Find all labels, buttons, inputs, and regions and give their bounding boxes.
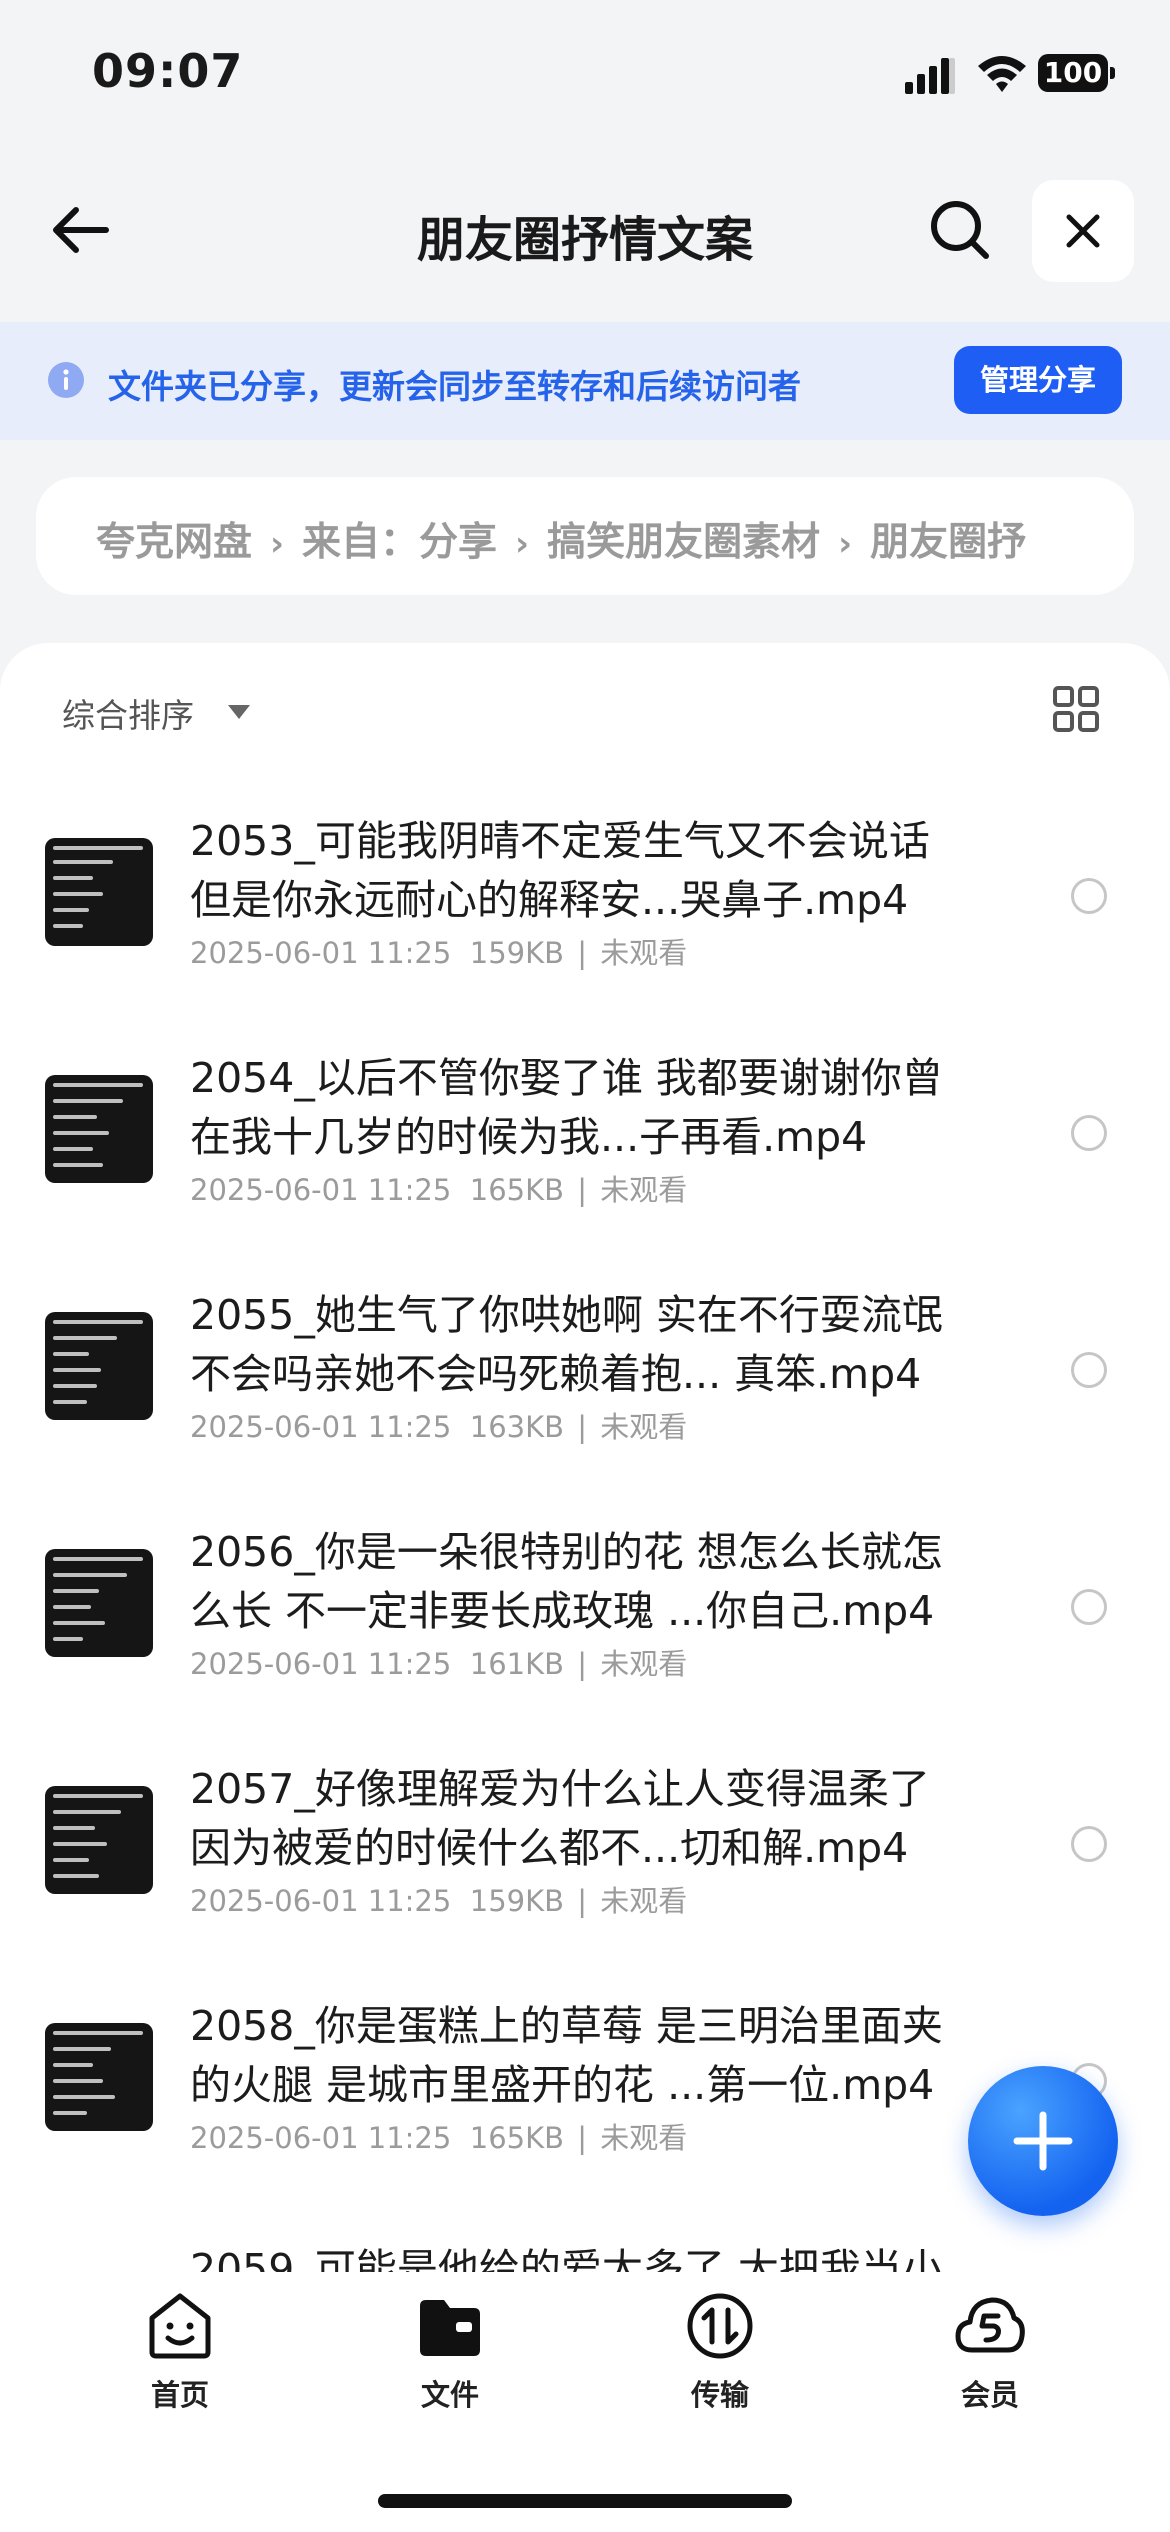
status-time: 09:07 [92, 44, 244, 98]
nav-header: 朋友圈抒情文案 [0, 170, 1170, 290]
wifi-icon [978, 56, 1026, 92]
breadcrumb-item-current[interactable]: 朋友圈抒 [870, 520, 1026, 565]
share-banner-text: 文件夹已分享，更新会同步至转存和后续访问者 [108, 367, 801, 406]
tab-transfer[interactable]: 传输 [620, 2290, 820, 2430]
file-meta: 2025-06-01 11:25 159KB | 未观看 [190, 1884, 688, 1918]
select-radio[interactable] [1071, 1352, 1107, 1388]
plus-icon [1013, 2111, 1073, 2171]
share-banner: 文件夹已分享，更新会同步至转存和后续访问者 管理分享 [0, 322, 1170, 440]
battery-level: 100 [1043, 56, 1103, 89]
breadcrumb-item-root[interactable]: 夸克网盘 [96, 520, 252, 565]
watch-status: 未观看 [600, 936, 688, 970]
watch-status: 未观看 [600, 1884, 688, 1918]
watch-status: 未观看 [600, 1647, 688, 1681]
file-date: 2025-06-01 11:25 [190, 2121, 452, 2155]
file-date: 2025-06-01 11:25 [190, 1647, 452, 1681]
file-size: 161KB [469, 1647, 565, 1681]
file-row[interactable]: 2057_好像理解爱为什么让人变得温柔了因为被爱的时候什么都不...切和解.mp… [0, 1738, 1170, 1975]
file-meta: 2025-06-01 11:25 163KB | 未观看 [190, 1410, 688, 1444]
file-size: 159KB [469, 1884, 565, 1918]
file-meta: 2025-06-01 11:25 159KB | 未观看 [190, 936, 688, 970]
tab-vip[interactable]: 会员 [890, 2290, 1090, 2430]
file-meta: 2025-06-01 11:25 161KB | 未观看 [190, 1647, 688, 1681]
select-radio[interactable] [1071, 1826, 1107, 1862]
video-thumbnail [45, 1312, 153, 1420]
bottom-tab-bar: 首页 文件 传输 会员 [0, 2272, 1170, 2532]
home-indicator [378, 2494, 792, 2508]
file-name-partial[interactable]: 2059_可能是他给的爱太多了 大把我当小 [190, 2235, 943, 2272]
file-size: 163KB [469, 1410, 565, 1444]
info-icon [48, 362, 84, 398]
chevron-right-icon: › [270, 524, 285, 564]
file-meta: 2025-06-01 11:25 165KB | 未观看 [190, 1173, 688, 1207]
file-date: 2025-06-01 11:25 [190, 1410, 452, 1444]
file-date: 2025-06-01 11:25 [190, 1884, 452, 1918]
video-thumbnail [45, 2023, 153, 2131]
video-thumbnail [45, 1786, 153, 1894]
tab-files[interactable]: 文件 [350, 2290, 550, 2430]
file-row[interactable]: 2054_以后不管你娶了谁 我都要谢谢你曾在我十几岁的时候为我...子再看.mp… [0, 1027, 1170, 1264]
video-thumbnail [45, 1549, 153, 1657]
file-list-panel: 综合排序 2053_可能我阴晴不定爱生气又不会说话但是你永远耐心的解释安...哭… [0, 643, 1170, 2272]
battery-icon: 100 [1038, 54, 1115, 92]
file-name: 2053_可能我阴晴不定爱生气又不会说话但是你永远耐心的解释安...哭鼻子.mp… [190, 817, 930, 924]
file-row[interactable]: 2055_她生气了你哄她啊 实在不行耍流氓不会吗亲她不会吗死赖着抱... 真笨.… [0, 1264, 1170, 1501]
tab-label: 传输 [690, 2378, 749, 2412]
close-button[interactable] [1032, 180, 1134, 282]
status-bar: 09:07 100 [0, 0, 1170, 150]
smile-icon [149, 2293, 211, 2359]
breadcrumb: 夸克网盘 › 来自：分享 › 搞笑朋友圈素材 › 朋友圈抒 [36, 477, 1134, 595]
file-date: 2025-06-01 11:25 [190, 936, 452, 970]
search-icon[interactable] [928, 198, 992, 262]
page: 09:07 100 朋友圈抒情文案 文件夹已分享，更新会同步至转存和后续访问者 … [0, 0, 1170, 2532]
select-radio[interactable] [1071, 1115, 1107, 1151]
file-size: 165KB [469, 2121, 565, 2155]
add-button[interactable] [968, 2066, 1118, 2216]
watch-status: 未观看 [600, 2121, 688, 2155]
video-thumbnail [45, 1075, 153, 1183]
close-icon [1066, 214, 1100, 248]
file-row[interactable]: 2056_你是一朵很特别的花 想怎么长就怎么长 不一定非要长成玫瑰 ...你自己… [0, 1501, 1170, 1738]
video-thumbnail [45, 838, 153, 946]
tab-home[interactable]: 首页 [80, 2290, 280, 2430]
breadcrumb-item-share[interactable]: 来自：分享 [302, 520, 497, 565]
grid-view-icon[interactable] [1052, 685, 1100, 733]
sort-dropdown[interactable]: 综合排序 [62, 689, 194, 737]
file-name: 2055_她生气了你哄她啊 实在不行耍流氓不会吗亲她不会吗死赖着抱... 真笨.… [190, 1291, 943, 1398]
file-name: 2057_好像理解爱为什么让人变得温柔了因为被爱的时候什么都不...切和解.mp… [190, 1765, 930, 1872]
select-radio[interactable] [1071, 1589, 1107, 1625]
watch-status: 未观看 [600, 1410, 688, 1444]
watch-status: 未观看 [600, 1173, 688, 1207]
file-name: 2054_以后不管你娶了谁 我都要谢谢你曾在我十几岁的时候为我...子再看.mp… [190, 1054, 943, 1161]
cellular-signal-icon [905, 58, 955, 94]
file-name: 2058_你是蛋糕上的草莓 是三明治里面夹的火腿 是城市里盛开的花 ...第一位… [190, 2002, 943, 2109]
file-size: 165KB [469, 1173, 565, 1207]
breadcrumb-item-folder[interactable]: 搞笑朋友圈素材 [547, 520, 820, 565]
file-meta: 2025-06-01 11:25 165KB | 未观看 [190, 2121, 688, 2155]
file-name: 2056_你是一朵很特别的花 想怎么长就怎么长 不一定非要长成玫瑰 ...你自己… [190, 1528, 943, 1635]
page-title: 朋友圈抒情文案 [416, 212, 753, 268]
vip-cloud-icon [955, 2297, 1025, 2353]
file-row[interactable]: 2053_可能我阴晴不定爱生气又不会说话但是你永远耐心的解释安...哭鼻子.mp… [0, 790, 1170, 1027]
transfer-icon [687, 2293, 753, 2359]
select-radio[interactable] [1071, 878, 1107, 914]
chevron-right-icon: › [515, 524, 530, 564]
folder-icon [420, 2300, 480, 2356]
tab-label: 文件 [420, 2378, 479, 2412]
chevron-right-icon: › [838, 524, 853, 564]
file-size: 159KB [469, 936, 565, 970]
tab-label: 首页 [150, 2378, 209, 2412]
manage-share-button[interactable]: 管理分享 [954, 346, 1122, 414]
file-date: 2025-06-01 11:25 [190, 1173, 452, 1207]
tab-label: 会员 [960, 2378, 1019, 2412]
caret-down-icon[interactable] [228, 705, 250, 719]
